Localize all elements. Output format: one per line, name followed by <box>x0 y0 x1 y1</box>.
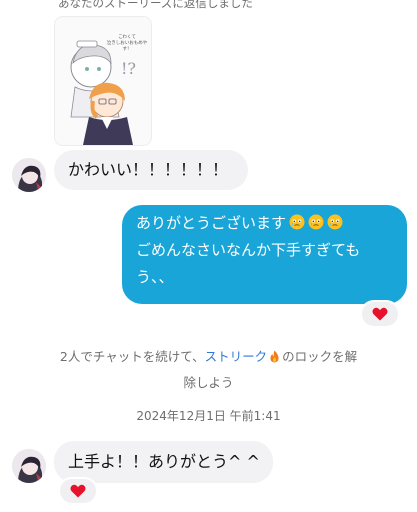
heart-reaction[interactable] <box>58 477 98 505</box>
outgoing-message-line-3: う、、 <box>136 268 174 286</box>
heart-icon <box>70 484 86 498</box>
incoming-message-text: 上手よ！！ありがとう^ ^ <box>68 452 260 471</box>
streak-notice-line-1: 2人でチャットを続けて、ストリーク のロックを解 <box>59 349 358 364</box>
streak-notice: 2人でチャットを続けて、ストリーク のロックを解 除しよう <box>30 344 387 396</box>
outgoing-message-line-1: ありがとうございます <box>136 210 397 237</box>
face-holding-back-tears-icon <box>327 214 343 230</box>
streak-link[interactable]: ストリーク <box>205 349 268 364</box>
message-timestamp: 2024年12月1日 午前1:41 <box>136 409 281 423</box>
heart-reaction[interactable] <box>360 300 400 328</box>
face-holding-back-tears-icon <box>289 214 305 230</box>
incoming-message-text: かわいい！！！！！！ <box>68 160 229 179</box>
story-caption: こわくて 泣きしおいおもめやす！ <box>106 35 148 52</box>
story-thumbnail[interactable]: こわくて 泣きしおいおもめやす！ !? <box>54 16 152 146</box>
streak-notice-line-2: 除しよう <box>183 375 234 390</box>
heart-icon <box>372 307 388 321</box>
face-holding-back-tears-icon <box>308 214 324 230</box>
outgoing-message-line-2: ごめんなさいなんか下手すぎても <box>136 241 361 259</box>
avatar-illustration <box>12 449 46 483</box>
incoming-message[interactable]: かわいい！！！！！！ <box>54 150 248 190</box>
story-reply-label: あなたのストーリーズに返信しました <box>58 0 253 10</box>
avatar[interactable] <box>12 449 46 483</box>
flame-icon <box>270 350 279 363</box>
avatar[interactable] <box>12 158 46 192</box>
outgoing-message[interactable]: ありがとうございます ごめんなさいなんか下手すぎても う、、 <box>122 205 407 304</box>
avatar-illustration <box>12 158 46 192</box>
story-mark: !? <box>121 59 137 78</box>
